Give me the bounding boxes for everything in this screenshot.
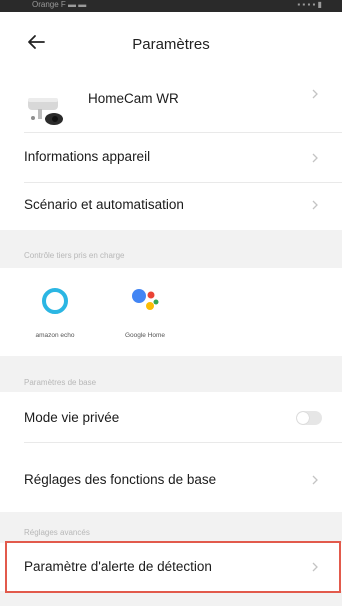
advanced-section-label: Réglages avancés <box>24 528 90 537</box>
basic-settings-label: Réglages des fonctions de base <box>24 472 217 487</box>
alexa-icon <box>42 288 68 314</box>
header: Paramètres <box>0 12 342 74</box>
chevron-right-icon <box>312 200 318 210</box>
device-info-row[interactable]: Informations appareil <box>0 132 342 182</box>
divider <box>24 442 342 443</box>
third-party-panel: amazon echo Google Home <box>0 268 342 356</box>
privacy-mode-toggle[interactable] <box>296 411 322 425</box>
basic-section-label: Paramètres de base <box>24 378 97 387</box>
toggle-knob <box>297 412 309 424</box>
device-row[interactable]: HomeCam WR <box>0 74 342 132</box>
third-party-section-label: Contrôle tiers pris en charge <box>24 251 125 260</box>
privacy-mode-label: Mode vie privée <box>24 410 120 425</box>
device-name: HomeCam WR <box>88 91 179 106</box>
status-bar: Orange F ▬ ▬ ▪ ▪ ▪ ▪ ▮ <box>0 0 342 12</box>
alexa-tile[interactable]: amazon echo <box>18 278 92 348</box>
camera-icon <box>28 98 63 125</box>
divider <box>24 132 342 133</box>
google-caption: Google Home <box>124 332 166 339</box>
privacy-mode-row: Mode vie privée <box>0 392 342 442</box>
scenario-row[interactable]: Scénario et automatisation <box>0 182 342 230</box>
google-assistant-icon <box>132 289 159 310</box>
device-info-label: Informations appareil <box>24 149 151 164</box>
status-icons: ▪ ▪ ▪ ▪ ▮ <box>297 0 322 9</box>
divider <box>24 182 342 183</box>
chevron-right-icon <box>312 89 318 99</box>
google-home-tile[interactable]: Google Home <box>108 278 182 348</box>
scenario-label: Scénario et automatisation <box>24 197 184 212</box>
chevron-right-icon <box>312 153 318 163</box>
chevron-right-icon <box>312 475 318 485</box>
alexa-caption: amazon echo <box>35 332 75 339</box>
highlight-box <box>5 541 341 593</box>
basic-settings-row[interactable]: Réglages des fonctions de base <box>0 442 342 512</box>
carrier-text: Orange F ▬ ▬ <box>32 0 87 9</box>
page-title: Paramètres <box>132 36 210 53</box>
